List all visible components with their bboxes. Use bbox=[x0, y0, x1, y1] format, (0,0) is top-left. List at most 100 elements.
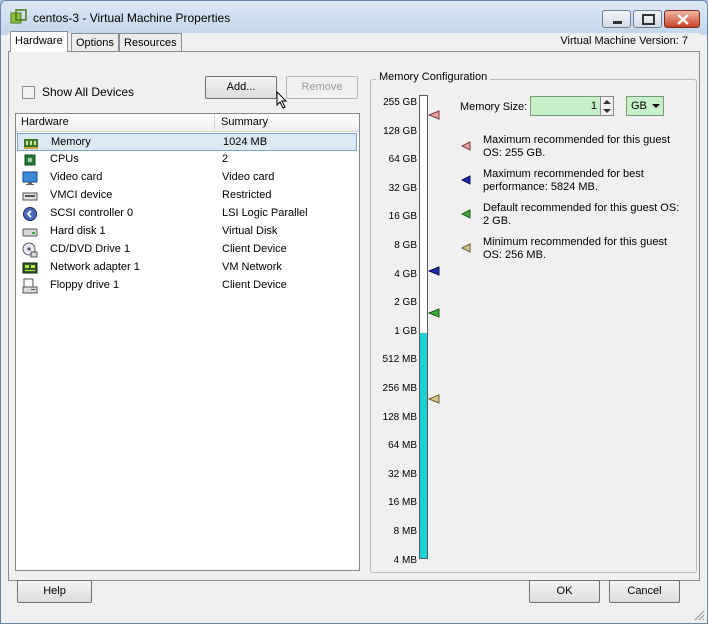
network-adapter-icon bbox=[22, 262, 38, 274]
memory-scale-label: 512 MB bbox=[382, 354, 417, 366]
memory-scale-label: 16 GB bbox=[388, 211, 417, 223]
column-separator bbox=[214, 114, 215, 131]
best-performance-legend-icon bbox=[461, 175, 471, 185]
tab-resources[interactable]: Resources bbox=[119, 33, 182, 52]
floppy-drive-icon bbox=[22, 278, 38, 294]
spin-up-icon[interactable] bbox=[603, 99, 611, 105]
cpu-icon bbox=[24, 154, 36, 166]
memory-unit-value: GB bbox=[631, 100, 647, 112]
tab-options[interactable]: Options bbox=[71, 33, 119, 52]
memory-scale-label: 16 MB bbox=[388, 497, 417, 509]
column-summary[interactable]: Summary bbox=[221, 116, 268, 128]
default-legend-icon bbox=[461, 209, 471, 219]
memory-size-label: Memory Size: bbox=[460, 101, 528, 113]
hardware-row-cd-dvd[interactable]: CD/DVD Drive 1 Client Device bbox=[17, 241, 357, 259]
vm-app-icon bbox=[10, 9, 27, 24]
hard-disk-icon bbox=[22, 228, 38, 237]
device-summary: LSI Logic Parallel bbox=[222, 207, 308, 219]
vmci-icon bbox=[22, 192, 38, 201]
hardware-list-header: Hardware Summary bbox=[16, 114, 359, 132]
vm-version-label: Virtual Machine Version: 7 bbox=[560, 35, 688, 47]
resize-grip-icon[interactable] bbox=[693, 609, 705, 621]
cancel-button[interactable]: Cancel bbox=[609, 580, 680, 603]
device-summary: VM Network bbox=[222, 261, 282, 273]
max-guest-legend-icon bbox=[461, 141, 471, 151]
minimize-button[interactable] bbox=[602, 10, 631, 28]
close-icon bbox=[677, 14, 689, 25]
max-guest-marker-icon bbox=[428, 110, 440, 120]
hardware-row-cpus[interactable]: CPUs 2 bbox=[17, 151, 357, 169]
device-name: Memory bbox=[51, 136, 91, 148]
maximize-button[interactable] bbox=[633, 10, 662, 28]
spin-down-icon[interactable] bbox=[603, 108, 611, 114]
hardware-row-network-adapter[interactable]: Network adapter 1 VM Network bbox=[17, 259, 357, 277]
cd-dvd-icon bbox=[22, 242, 38, 258]
legend-min-guest: Minimum recommended for this guest OS: 2… bbox=[483, 236, 668, 261]
device-name: Video card bbox=[50, 171, 103, 183]
window-title: centos-3 - Virtual Machine Properties bbox=[33, 11, 231, 25]
ok-button[interactable]: OK bbox=[529, 580, 600, 603]
add-button[interactable]: Add... bbox=[205, 76, 277, 99]
memory-scale-label: 128 GB bbox=[383, 125, 417, 137]
dialog-content: Hardware Options Resources Virtual Machi… bbox=[8, 31, 700, 615]
memory-scale-label: 8 MB bbox=[393, 526, 417, 537]
hardware-row-scsi-controller[interactable]: SCSI controller 0 LSI Logic Parallel bbox=[17, 205, 357, 223]
legend-max-guest: Maximum recommended for this guest OS: 2… bbox=[483, 134, 671, 159]
remove-button[interactable]: Remove bbox=[286, 76, 358, 99]
device-summary: Video card bbox=[222, 171, 275, 183]
hardware-row-vmci-device[interactable]: VMCI device Restricted bbox=[17, 187, 357, 205]
legend-default: Default recommended for this guest OS: 2… bbox=[483, 202, 680, 227]
minimize-icon bbox=[613, 21, 622, 24]
device-name: SCSI controller 0 bbox=[50, 207, 134, 219]
show-all-devices-label: Show All Devices bbox=[42, 85, 135, 99]
min-guest-legend-icon bbox=[461, 243, 471, 253]
device-summary: Client Device bbox=[222, 243, 287, 255]
device-summary: 2 bbox=[222, 153, 229, 165]
hardware-row-video-card[interactable]: Video card Video card bbox=[17, 169, 357, 187]
memory-scale-label: 8 GB bbox=[394, 240, 417, 251]
memory-size-stepper[interactable] bbox=[600, 96, 614, 116]
device-name: Network adapter 1 bbox=[50, 261, 140, 273]
help-button[interactable]: Help bbox=[17, 580, 92, 603]
memory-slider-fill bbox=[420, 332, 427, 558]
hardware-row-memory[interactable]: Memory 1024 MB bbox=[17, 133, 357, 151]
properties-window: centos-3 - Virtual Machine Properties Ha… bbox=[0, 0, 708, 624]
hardware-panel: Show All Devices Add... Remove Hardware … bbox=[8, 51, 700, 581]
memory-scale-label: 2 GB bbox=[394, 297, 417, 309]
memory-scale-label: 64 GB bbox=[388, 154, 417, 166]
scsi-controller-icon bbox=[23, 207, 37, 221]
tab-hardware[interactable]: Hardware bbox=[10, 31, 68, 52]
memory-scale-label: 128 MB bbox=[382, 411, 417, 423]
memory-unit-select[interactable]: GB bbox=[626, 96, 664, 116]
device-summary: Restricted bbox=[222, 189, 272, 201]
column-hardware[interactable]: Hardware bbox=[21, 116, 69, 128]
close-button[interactable] bbox=[664, 10, 700, 28]
memory-scale-label: 64 MB bbox=[388, 440, 417, 452]
memory-scale-label: 256 MB bbox=[382, 383, 417, 394]
memory-scale-label: 32 MB bbox=[388, 468, 417, 480]
device-name: CD/DVD Drive 1 bbox=[50, 243, 131, 255]
memory-scale-label: 4 GB bbox=[394, 268, 417, 280]
device-name: CPUs bbox=[50, 153, 79, 165]
device-name: Floppy drive 1 bbox=[50, 279, 120, 291]
default-marker-icon bbox=[428, 308, 440, 318]
memory-scale-label: 255 GB bbox=[383, 97, 417, 108]
device-summary: Client Device bbox=[222, 279, 287, 291]
maximize-icon bbox=[642, 14, 655, 25]
memory-size-input[interactable]: 1 bbox=[530, 96, 602, 116]
memory-configuration-title: Memory Configuration bbox=[376, 71, 491, 83]
best-performance-marker-icon bbox=[428, 266, 440, 276]
chevron-down-icon bbox=[652, 104, 660, 108]
video-card-icon bbox=[22, 171, 38, 185]
memory-slider-track[interactable] bbox=[419, 95, 428, 559]
device-summary: Virtual Disk bbox=[222, 225, 278, 237]
hardware-row-hard-disk[interactable]: Hard disk 1 Virtual Disk bbox=[17, 223, 357, 241]
hardware-row-floppy-drive[interactable]: Floppy drive 1 Client Device bbox=[17, 277, 357, 295]
device-summary: 1024 MB bbox=[223, 136, 268, 148]
memory-scale-label: 1 GB bbox=[394, 325, 417, 337]
device-name: VMCI device bbox=[50, 189, 113, 201]
hardware-list: Hardware Summary Memory 1024 MB CPUs 2 V… bbox=[15, 113, 360, 571]
legend-best-performance: Maximum recommended for best performance… bbox=[483, 168, 644, 193]
show-all-devices-checkbox[interactable] bbox=[22, 86, 35, 99]
memory-scale-label: 32 GB bbox=[388, 182, 417, 194]
